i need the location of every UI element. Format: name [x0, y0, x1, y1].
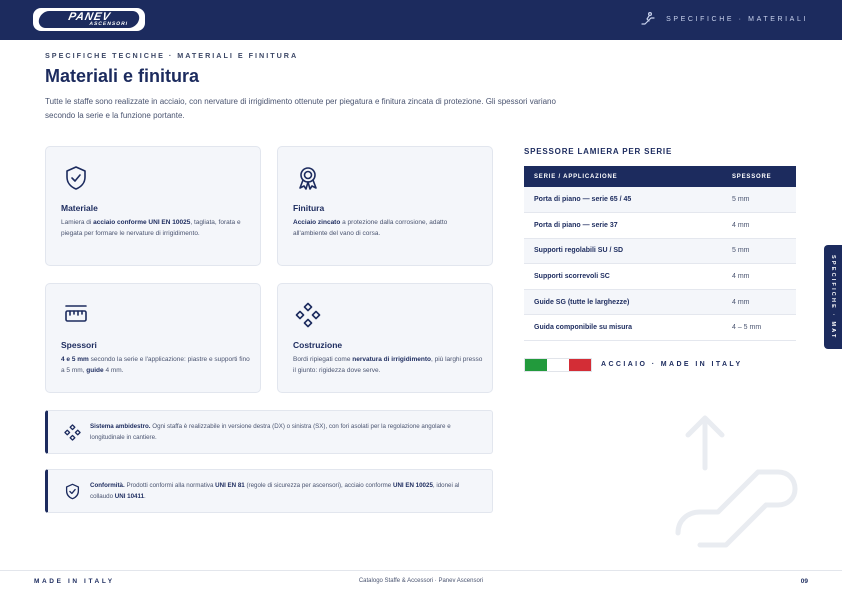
header-section-label: SPECIFICHE · MATERIALI [666, 15, 808, 23]
ruler-icon [63, 302, 89, 333]
award-ribbon-icon [295, 165, 321, 196]
callout-conformita: Conformità. Prodotti conformi alla norma… [45, 469, 493, 513]
card-title: Spessori [61, 340, 97, 350]
table-row: Supporti regolabili SU / SD 5 mm [524, 238, 796, 265]
table-cell-serie: Guide SG (tutte le larghezze) [524, 289, 722, 316]
table-cell-serie: Supporti scorrevoli SC [524, 263, 722, 290]
table-row: Porta di piano — serie 37 4 mm [524, 212, 796, 239]
flag-white-stripe [547, 359, 569, 371]
table-cell-spessore: 4 – 5 mm [722, 314, 796, 342]
table-cell-spessore: 4 mm [722, 289, 796, 316]
origin-label: ACCIAIO · MADE IN ITALY [601, 361, 743, 368]
table-row: Guida componibile su misura 4 – 5 mm [524, 314, 796, 342]
diamond-nodes-icon [295, 302, 321, 333]
thickness-table: SERIE / APPLICAZIONE SPESSORE Porta di p… [524, 166, 796, 342]
italy-flag-icon [524, 358, 592, 372]
table-cell-serie: Porta di piano — serie 65 / 45 [524, 187, 722, 214]
table-title: SPESSORE LAMIERA PER SERIE [524, 147, 673, 156]
table-cell-serie: Porta di piano — serie 37 [524, 212, 722, 239]
card-title: Costruzione [293, 340, 343, 350]
callout-text: Sistema ambidestro. Ogni staffa è realiz… [90, 423, 451, 441]
card-materiale: Materiale Lamiera di acciaio conforme UN… [45, 146, 261, 266]
page-number: 09 [800, 578, 808, 585]
logo-badge: PANEV ASCENSORI [37, 11, 141, 28]
card-description: Acciaio zincato a protezione dalla corro… [293, 219, 448, 237]
table-cell-spessore: 4 mm [722, 263, 796, 290]
side-tab-label: SPECIFICHE · MAT [830, 254, 836, 340]
table-cell-spessore: 5 mm [722, 238, 796, 265]
intro-paragraph: Tutte le staffe sono realizzate in accia… [45, 97, 556, 120]
flag-green-stripe [525, 359, 547, 371]
column-header-spessore: SPESSORE [732, 173, 772, 180]
table-row: Porta di piano — serie 65 / 45 5 mm [524, 187, 796, 214]
side-section-tab[interactable]: SPECIFICHE · MAT [824, 245, 842, 349]
table-cell-serie: Supporti regolabili SU / SD [524, 238, 722, 265]
callout-text: Conformità. Prodotti conformi alla norma… [90, 482, 460, 500]
table-header-row: SERIE / APPLICAZIONE SPESSORE [524, 166, 796, 187]
logo-subtext: ASCENSORI [88, 21, 129, 27]
footer-catalog-title: Catalogo Staffe & Accessori · Panev Asce… [358, 578, 484, 584]
table-row: Guide SG (tutte le larghezze) 4 mm [524, 289, 796, 316]
table-cell-spessore: 4 mm [722, 212, 796, 239]
top-bar: PANEV ASCENSORI SPECIFICHE · MATERIALI [0, 0, 842, 40]
table-row: Supporti scorrevoli SC 4 mm [524, 263, 796, 290]
escalator-person-icon [640, 12, 656, 26]
column-header-serie: SERIE / APPLICAZIONE [534, 173, 618, 180]
shield-check-icon [64, 483, 81, 505]
table-cell-spessore: 5 mm [722, 187, 796, 214]
card-spessori: Spessori 4 e 5 mm secondo la serie e l'a… [45, 283, 261, 393]
table-cell-serie: Guida componibile su misura [524, 314, 722, 342]
diamond-nodes-icon [64, 424, 81, 446]
page-title: Materiali e finitura [45, 66, 200, 86]
header-section-indicator: SPECIFICHE · MATERIALI [640, 12, 808, 26]
card-title: Materiale [61, 203, 98, 213]
footer-divider [0, 570, 842, 571]
escalator-watermark-icon [670, 408, 800, 553]
card-costruzione: Costruzione Bordi ripiegati come nervatu… [277, 283, 493, 393]
card-title: Finitura [293, 203, 325, 213]
flag-red-stripe [569, 359, 591, 371]
page-eyebrow: SPECIFICHE TECNICHE · MATERIALI E FINITU… [45, 51, 299, 60]
panev-logo[interactable]: PANEV ASCENSORI [33, 8, 145, 31]
card-description: Lamiera di acciaio conforme UNI EN 10025… [61, 219, 241, 237]
shield-check-icon [63, 165, 89, 196]
card-finitura: Finitura Acciaio zincato a protezione da… [277, 146, 493, 266]
card-description: Bordi ripiegati come nervatura di irrigi… [293, 356, 483, 374]
callout-ambidestro: Sistema ambidestro. Ogni staffa è realiz… [45, 410, 493, 454]
card-description: 4 e 5 mm secondo la serie e l'applicazio… [61, 356, 250, 374]
